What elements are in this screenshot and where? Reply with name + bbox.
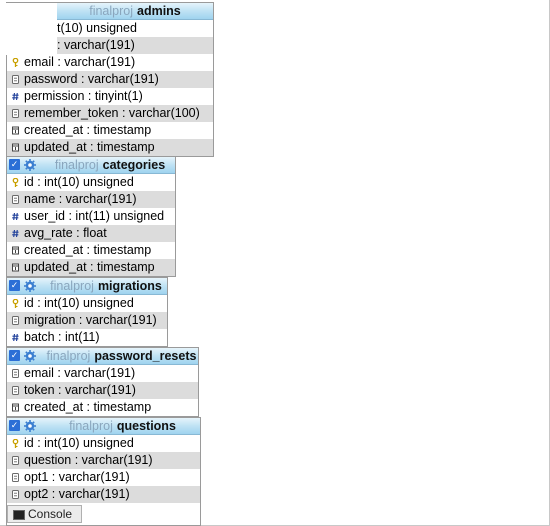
overlap-mask [6, 3, 57, 55]
column-row[interactable]: opt2 : varchar(191) [7, 486, 200, 503]
db-name: finalproj [69, 419, 113, 433]
table-header[interactable]: ✓ finalproj migrations [7, 278, 167, 295]
key-icon [12, 58, 19, 67]
gear-icon[interactable] [24, 159, 36, 171]
column-row[interactable]: id : int(10) unsigned [7, 295, 167, 312]
column-label: password : varchar(191) [24, 72, 159, 86]
clock-icon [12, 263, 19, 272]
column-label: migration : varchar(191) [24, 313, 157, 327]
table-name: admins [137, 4, 181, 18]
column-row[interactable]: created_at : timestamp [7, 242, 175, 259]
column-label: updated_at : timestamp [24, 260, 155, 274]
hash-icon [12, 92, 19, 101]
column-label: created_at : timestamp [24, 400, 152, 414]
field-icon [12, 386, 19, 395]
clock-icon [12, 246, 19, 255]
column-label: remember_token : varchar(100) [24, 106, 200, 120]
field-icon [12, 316, 19, 325]
checkbox-icon[interactable]: ✓ [9, 350, 20, 361]
column-row[interactable]: name : varchar(191) [7, 191, 175, 208]
column-label: id : int(10) unsigned [24, 436, 134, 450]
column-label: created_at : timestamp [24, 243, 152, 257]
column-row[interactable]: user_id : int(11) unsigned [7, 208, 175, 225]
table-migrations[interactable]: ✓ finalproj migrations id : int(10) unsig… [6, 277, 168, 347]
table-name: migrations [97, 279, 162, 293]
column-row[interactable]: updated_at : timestamp [7, 259, 175, 276]
field-icon [12, 456, 19, 465]
field-icon [12, 195, 19, 204]
gear-icon[interactable] [24, 350, 36, 362]
console-label: Console [28, 507, 73, 521]
column-row[interactable]: permission : tinyint(1) [7, 88, 213, 105]
table-password-resets[interactable]: ✓ finalproj password_resets email : varch… [6, 347, 199, 417]
column-label: id : int(10) unsigned [24, 296, 134, 310]
table-name: categories [102, 158, 166, 172]
column-label: email : varchar(191) [24, 55, 136, 69]
field-icon [12, 490, 19, 499]
column-label: question : varchar(191) [24, 453, 153, 467]
column-row[interactable]: token : varchar(191) [7, 382, 198, 399]
column-label: id : int(10) unsigned [24, 175, 134, 189]
column-row[interactable]: id : int(10) unsigned [7, 435, 200, 452]
table-header[interactable]: ✓ finalproj categories [7, 157, 175, 174]
table-header[interactable]: ✓ finalproj password_resets [7, 348, 198, 365]
table-name: questions [116, 419, 176, 433]
clock-icon [12, 143, 19, 152]
column-row[interactable]: migration : varchar(191) [7, 312, 167, 329]
clock-icon [12, 126, 19, 135]
column-row[interactable]: email : varchar(191) [7, 54, 213, 71]
column-label: t(10) unsigned [57, 21, 137, 35]
column-row[interactable]: question : varchar(191) [7, 452, 200, 469]
key-icon [12, 299, 19, 308]
column-label: name : varchar(191) [24, 192, 137, 206]
key-icon [12, 178, 19, 187]
column-label: created_at : timestamp [24, 123, 152, 137]
column-label: email : varchar(191) [24, 366, 136, 380]
column-row[interactable]: created_at : timestamp [7, 399, 198, 416]
hash-icon [12, 333, 19, 342]
table-name: password_resets [94, 349, 197, 363]
gear-icon[interactable] [24, 420, 36, 432]
column-row[interactable]: email : varchar(191) [7, 365, 198, 382]
hash-icon [12, 229, 19, 238]
field-icon [12, 473, 19, 482]
db-name: finalproj [46, 349, 91, 363]
db-name: finalproj [54, 158, 99, 172]
db-name: finalproj [50, 279, 94, 293]
table-categories[interactable]: ✓ finalproj categories id : int(10) unsig… [6, 156, 176, 277]
table-admins[interactable]: finalproj admins t(10) unsigned : varchar(… [6, 2, 214, 157]
column-row[interactable]: remember_token : varchar(100) [7, 105, 213, 122]
column-label: : varchar(191) [57, 38, 135, 52]
field-icon [12, 75, 19, 84]
column-row[interactable]: password : varchar(191) [7, 71, 213, 88]
column-label: batch : int(11) [24, 330, 100, 344]
field-icon [12, 369, 19, 378]
column-row[interactable]: batch : int(11) [7, 329, 167, 346]
column-row[interactable]: avg_rate : float [7, 225, 175, 242]
console-icon [13, 510, 25, 520]
clock-icon [12, 403, 19, 412]
column-label: updated_at : timestamp [24, 140, 155, 154]
column-row[interactable]: created_at : timestamp [7, 122, 213, 139]
db-name: finalproj [89, 4, 133, 18]
field-icon [12, 109, 19, 118]
column-label: avg_rate : float [24, 226, 107, 240]
column-label: token : varchar(191) [24, 383, 136, 397]
hash-icon [12, 212, 19, 221]
checkbox-icon[interactable]: ✓ [9, 280, 20, 291]
column-label: permission : tinyint(1) [24, 89, 143, 103]
console-button[interactable]: Console [7, 505, 82, 523]
checkbox-icon[interactable]: ✓ [9, 159, 20, 170]
checkbox-icon[interactable]: ✓ [9, 420, 20, 431]
column-row[interactable]: updated_at : timestamp [7, 139, 213, 156]
column-label: user_id : int(11) unsigned [24, 209, 165, 223]
column-label: opt1 : varchar(191) [24, 470, 130, 484]
column-row[interactable]: id : int(10) unsigned [7, 174, 175, 191]
column-row[interactable]: opt1 : varchar(191) [7, 469, 200, 486]
gear-icon[interactable] [24, 280, 36, 292]
column-label: opt2 : varchar(191) [24, 487, 130, 501]
key-icon [12, 439, 19, 448]
table-header[interactable]: ✓ finalproj questions [7, 418, 200, 435]
